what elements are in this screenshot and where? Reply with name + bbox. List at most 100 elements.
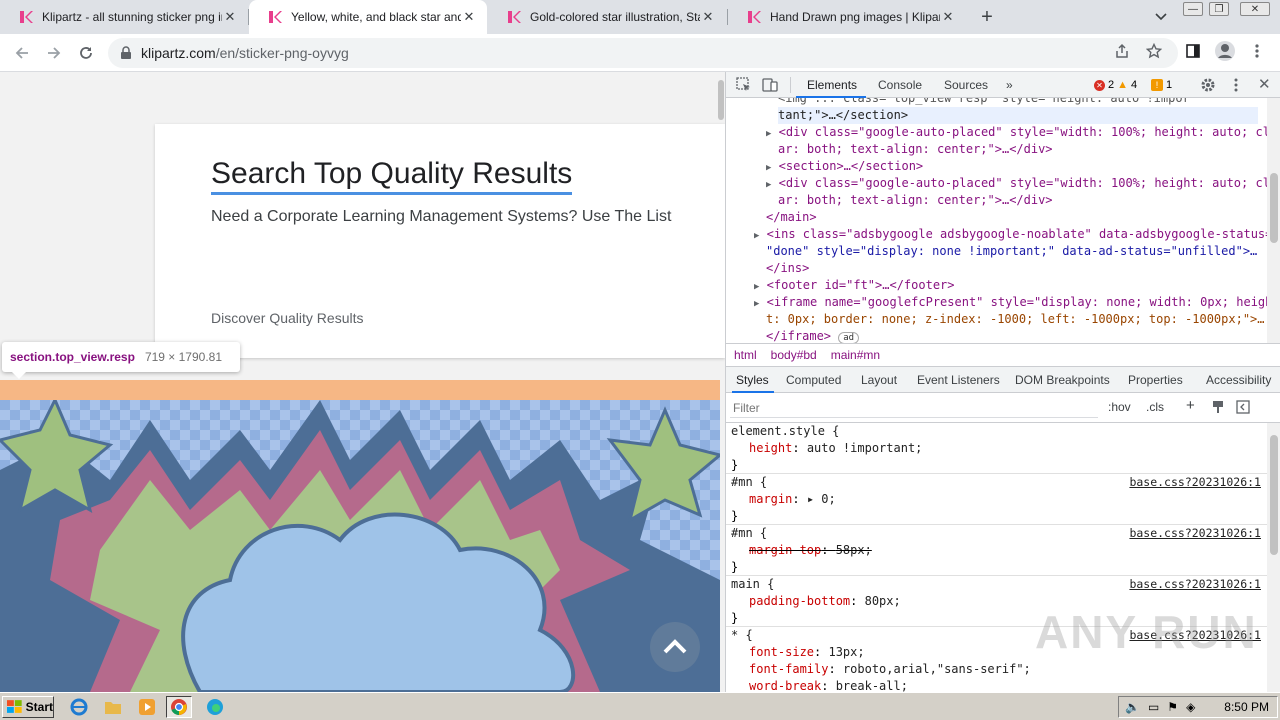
- expand-triangle-icon[interactable]: ▶: [754, 299, 759, 309]
- file-explorer-icon[interactable]: [100, 696, 126, 718]
- rule-source-link[interactable]: base.css?20231026:1: [1129, 474, 1261, 491]
- ie-icon[interactable]: [66, 696, 92, 718]
- dom-scrollbar[interactable]: [1267, 98, 1280, 343]
- minimize-icon[interactable]: —: [1183, 2, 1203, 16]
- dom-scrollbar-thumb[interactable]: [1270, 173, 1278, 243]
- clock[interactable]: 8:50 PM: [1224, 700, 1269, 714]
- window-close-icon[interactable]: ✕: [1240, 2, 1270, 16]
- expand-triangle-icon[interactable]: ▶: [754, 231, 759, 241]
- subtab-dom-breakpoints[interactable]: DOM Breakpoints: [1015, 373, 1110, 387]
- issues-counter[interactable]: ! 1: [1151, 76, 1172, 94]
- device-toolbar-icon[interactable]: [762, 77, 778, 98]
- css-property[interactable]: word-break: [749, 679, 821, 692]
- dom-line[interactable]: </iframe> ad: [766, 328, 860, 343]
- rule-source-link[interactable]: base.css?20231026:1: [1129, 525, 1261, 542]
- address-bar[interactable]: klipartz.com/en/sticker-png-oyvyg: [108, 38, 1178, 68]
- tab-3[interactable]: Gold-colored star illustration, Star De …: [488, 0, 726, 34]
- tab-elements[interactable]: Elements: [807, 78, 857, 92]
- chrome-taskbar-icon[interactable]: [166, 696, 192, 718]
- shield-icon[interactable]: ◈: [1186, 700, 1195, 714]
- dom-line[interactable]: </ins>: [766, 260, 809, 277]
- style-rule[interactable]: #mn { base.css?20231026:1 margin: ▸ 0; }: [726, 474, 1267, 525]
- inspect-element-icon[interactable]: [736, 77, 752, 98]
- share-icon[interactable]: [1110, 39, 1134, 63]
- volume-icon[interactable]: 🔈: [1125, 700, 1140, 714]
- browser-menu-icon[interactable]: [1245, 39, 1269, 63]
- devtools-close-icon[interactable]: ✕: [1258, 75, 1271, 93]
- dom-line[interactable]: ar: both; text-align: center;">…</div>: [778, 141, 1053, 158]
- css-property[interactable]: margin-top: [749, 543, 821, 557]
- toggle-sidebar-icon[interactable]: [1236, 400, 1250, 417]
- side-panel-icon[interactable]: [1181, 39, 1205, 63]
- css-property[interactable]: padding-bottom: [749, 594, 850, 608]
- dom-tree[interactable]: <img ... class="top_view resp" style="he…: [726, 98, 1267, 343]
- css-value[interactable]: break-all;: [836, 679, 908, 692]
- breadcrumb-body[interactable]: body#bd: [771, 348, 817, 362]
- media-player-icon[interactable]: [134, 696, 160, 718]
- back-icon[interactable]: [10, 41, 34, 65]
- start-button[interactable]: Start: [2, 696, 54, 718]
- subtab-event-listeners[interactable]: Event Listeners: [917, 373, 1000, 387]
- css-value[interactable]: roboto,arial,"sans-serif";: [843, 662, 1031, 676]
- dom-line[interactable]: <img ... class="top_view resp" style="he…: [778, 98, 1190, 107]
- css-property[interactable]: font-size: [749, 645, 814, 659]
- expand-triangle-icon[interactable]: ▶: [754, 282, 759, 292]
- scroll-to-top-button[interactable]: [650, 622, 700, 672]
- devtools-menu-icon[interactable]: [1234, 77, 1238, 98]
- devtools-settings-gear-icon[interactable]: [1200, 77, 1216, 98]
- color-format-icon[interactable]: [1211, 400, 1225, 417]
- tab-4[interactable]: Hand Drawn png images | Klipartz ✕: [728, 0, 966, 34]
- tab-search-chevron-icon[interactable]: [1150, 6, 1172, 28]
- discover-link[interactable]: Discover Quality Results: [211, 310, 364, 326]
- subtab-layout[interactable]: Layout: [861, 373, 897, 387]
- css-property[interactable]: font-family: [749, 662, 828, 676]
- new-tab-icon[interactable]: +: [975, 5, 999, 29]
- expand-triangle-icon[interactable]: ▶: [766, 180, 771, 190]
- styles-scrollbar[interactable]: [1267, 423, 1280, 692]
- ad-badge[interactable]: ad: [838, 332, 860, 343]
- styles-filter-input[interactable]: [730, 398, 1098, 418]
- restore-icon[interactable]: ❐: [1209, 2, 1229, 16]
- rule-source-link[interactable]: base.css?20231026:1: [1129, 576, 1261, 593]
- tab-2[interactable]: Yellow, white, and black star and clo ✕: [249, 0, 487, 34]
- reload-icon[interactable]: [74, 41, 98, 65]
- profile-avatar-icon[interactable]: [1213, 39, 1237, 63]
- network-icon[interactable]: ▭: [1148, 700, 1159, 714]
- subtab-properties[interactable]: Properties: [1128, 373, 1183, 387]
- css-value[interactable]: ▸ 0;: [807, 492, 836, 506]
- styles-scrollbar-thumb[interactable]: [1270, 435, 1278, 555]
- subtab-computed[interactable]: Computed: [786, 373, 841, 387]
- tab-close-icon[interactable]: ✕: [222, 9, 238, 25]
- css-value[interactable]: auto !important;: [807, 441, 923, 455]
- cls-toggle[interactable]: .cls: [1146, 400, 1164, 414]
- css-value[interactable]: 80px;: [865, 594, 901, 608]
- css-property[interactable]: height: [749, 441, 792, 455]
- breadcrumb-html[interactable]: html: [734, 348, 757, 362]
- tab-close-icon[interactable]: ✕: [461, 9, 477, 25]
- ad-card[interactable]: Search Top Quality Results Need a Corpor…: [155, 124, 725, 358]
- tab-close-icon[interactable]: ✕: [700, 9, 716, 25]
- breadcrumb-main[interactable]: main#mn: [830, 348, 881, 362]
- dom-line[interactable]: t: 0px; border: none; z-index: -1000; le…: [766, 311, 1265, 328]
- tab-1[interactable]: Klipartz - all stunning sticker png ima …: [0, 0, 248, 34]
- flag-icon[interactable]: ⚑: [1167, 700, 1178, 714]
- css-property[interactable]: margin: [749, 492, 792, 506]
- page-scrollbar[interactable]: [718, 80, 724, 120]
- expand-triangle-icon[interactable]: ▶: [766, 163, 771, 173]
- more-tabs-icon[interactable]: »: [1006, 78, 1013, 92]
- dom-line[interactable]: ar: both; text-align: center;">…</div>: [778, 192, 1053, 209]
- hov-toggle[interactable]: :hov: [1108, 400, 1131, 414]
- tab-close-icon[interactable]: ✕: [940, 9, 956, 25]
- css-value[interactable]: 58px;: [836, 543, 872, 557]
- subtab-styles[interactable]: Styles: [736, 373, 769, 387]
- new-style-rule-plus-icon[interactable]: +: [1186, 397, 1195, 414]
- edge-icon[interactable]: [202, 696, 228, 718]
- tab-console[interactable]: Console: [878, 78, 922, 92]
- dom-line[interactable]: </main>: [766, 209, 817, 226]
- dom-line[interactable]: "done" style="display: none !important;"…: [766, 243, 1257, 260]
- ad-heading[interactable]: Search Top Quality Results: [211, 156, 573, 195]
- tab-sources[interactable]: Sources: [944, 78, 988, 92]
- subtab-accessibility[interactable]: Accessibility: [1206, 373, 1271, 387]
- expand-triangle-icon[interactable]: ▶: [766, 129, 771, 139]
- bookmark-star-icon[interactable]: [1142, 39, 1166, 63]
